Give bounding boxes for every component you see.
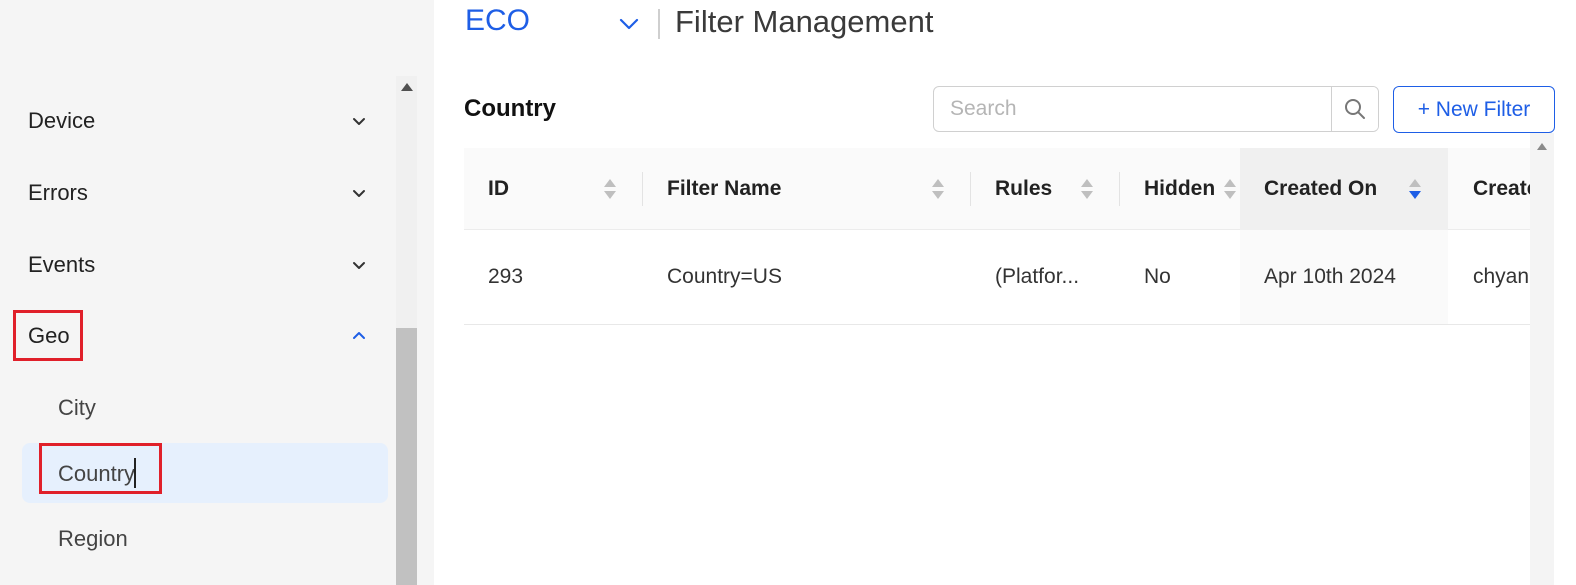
column-header-filter-name[interactable]: Filter Name — [667, 148, 917, 230]
app-switcher-label[interactable]: ECO — [465, 4, 530, 38]
sort-icon[interactable] — [1080, 177, 1094, 201]
sidebar-item-label: Geo — [28, 323, 70, 348]
chevron-down-icon — [350, 184, 368, 202]
cell-rules: (Platfor... — [995, 265, 1080, 288]
sort-icon[interactable] — [1223, 177, 1237, 201]
content-scrollbar-track[interactable] — [1530, 133, 1554, 585]
sort-icon[interactable] — [603, 177, 617, 201]
cell-id: 293 — [488, 265, 524, 288]
sidebar-item-errors[interactable]: Errors — [28, 173, 368, 213]
sidebar-item-label: Events — [28, 252, 96, 277]
sidebar-scrollbar-thumb[interactable] — [396, 328, 417, 585]
header-divider — [658, 9, 660, 39]
text-cursor — [134, 458, 136, 488]
section-title: Country — [464, 95, 556, 122]
page-title: Filter Management — [675, 4, 934, 39]
search-input[interactable] — [934, 87, 1331, 131]
sidebar-item-geo[interactable]: Geo — [28, 316, 368, 356]
sort-descending-icon[interactable] — [1408, 177, 1422, 201]
column-header-rules[interactable]: Rules — [995, 148, 1085, 230]
column-separator — [642, 172, 643, 206]
new-filter-button[interactable]: + New Filter — [1393, 86, 1555, 133]
table-row[interactable]: 293 Country=US (Platfor... No Apr 10th 2… — [464, 230, 1530, 325]
sidebar-item-device[interactable]: Device — [28, 101, 368, 141]
chevron-down-icon[interactable] — [617, 12, 641, 36]
column-separator — [970, 172, 971, 206]
table-header: ID Filter Name Rules Hidden Created On C… — [464, 148, 1530, 230]
filters-table: ID Filter Name Rules Hidden Created On C… — [464, 148, 1530, 585]
search-button[interactable] — [1331, 87, 1378, 131]
chevron-up-icon — [350, 327, 368, 345]
cell-created-on: Apr 10th 2024 — [1240, 230, 1448, 324]
chevron-down-icon — [350, 256, 368, 274]
sidebar-subitem-city[interactable]: City — [58, 388, 96, 428]
column-separator — [1119, 172, 1120, 206]
sidebar-item-events[interactable]: Events — [28, 245, 368, 285]
sidebar-subitem-region[interactable]: Region — [58, 519, 128, 559]
cell-hidden: No — [1144, 265, 1171, 288]
scroll-up-arrow-icon[interactable] — [1530, 136, 1554, 156]
column-header-hidden[interactable]: Hidden — [1144, 148, 1224, 230]
sidebar-item-label: Device — [28, 108, 96, 133]
sidebar-subitem-country[interactable]: Country — [58, 454, 135, 494]
column-header-created-by[interactable]: Create — [1473, 148, 1530, 230]
scroll-up-arrow-icon[interactable] — [396, 76, 417, 98]
sort-icon[interactable] — [931, 177, 945, 201]
search-icon — [1345, 99, 1365, 119]
chevron-down-icon — [350, 112, 368, 130]
sidebar: Device Errors Events Geo City Country Re… — [0, 0, 434, 585]
search-box — [933, 86, 1379, 132]
sidebar-item-label: Errors — [28, 180, 88, 205]
cell-filter-name: Country=US — [667, 265, 782, 288]
cell-created-by: chyan — [1473, 265, 1530, 288]
